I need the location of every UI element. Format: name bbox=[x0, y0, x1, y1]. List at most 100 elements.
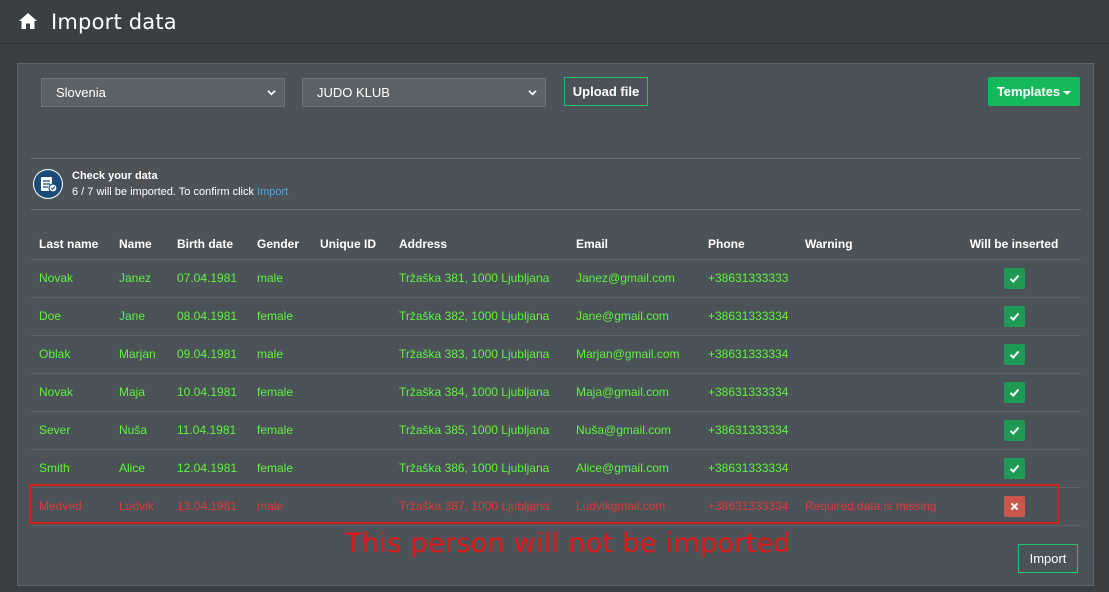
country-select-value: Slovenia bbox=[56, 85, 106, 100]
table-header-row: Last name Name Birth date Gender Unique … bbox=[31, 229, 1081, 260]
col-address: Address bbox=[391, 229, 568, 260]
cell-warning bbox=[797, 259, 947, 298]
cell-address: Tržaška 381, 1000 Ljubljana bbox=[391, 259, 568, 298]
cell-birth-date: 09.04.1981 bbox=[169, 335, 249, 374]
cell-email: Maja@gmail.com bbox=[568, 373, 700, 412]
chevron-down-icon bbox=[528, 90, 537, 96]
chevron-down-icon bbox=[267, 90, 276, 96]
error-highlight-box bbox=[29, 484, 1059, 524]
import-button[interactable]: Import bbox=[1018, 544, 1078, 573]
col-email: Email bbox=[568, 229, 700, 260]
check-icon[interactable] bbox=[1003, 419, 1025, 441]
cell-name: Marjan bbox=[111, 335, 169, 374]
cell-name: Jane bbox=[111, 297, 169, 336]
cell-email: Nuša@gmail.com bbox=[568, 411, 700, 450]
col-phone: Phone bbox=[700, 229, 797, 260]
info-title: Check your data bbox=[72, 170, 158, 182]
table-row: Smith Alice 12.04.1981 female Tržaška 386, 1… bbox=[31, 449, 1081, 488]
cell-email: Janez@gmail.com bbox=[568, 259, 700, 298]
check-icon[interactable] bbox=[1003, 267, 1025, 289]
cell-warning bbox=[797, 335, 947, 374]
cell-name: Janez bbox=[111, 259, 169, 298]
cell-warning bbox=[797, 411, 947, 450]
check-icon[interactable] bbox=[1003, 381, 1025, 403]
caret-down-icon bbox=[1063, 90, 1072, 95]
cell-email: Jane@gmail.com bbox=[568, 297, 700, 336]
divider bbox=[31, 158, 1081, 159]
cell-warning bbox=[797, 297, 947, 336]
cell-last-name: Oblak bbox=[31, 335, 111, 374]
page-title: Import data bbox=[51, 10, 177, 34]
cell-will-be-inserted bbox=[947, 411, 1081, 450]
table-row: Novak Maja 10.04.1981 female Tržaška 384, 10… bbox=[31, 373, 1081, 412]
cell-last-name: Novak bbox=[31, 373, 111, 412]
check-icon[interactable] bbox=[1003, 457, 1025, 479]
check-icon[interactable] bbox=[1003, 343, 1025, 365]
cell-email: Marjan@gmail.com bbox=[568, 335, 700, 374]
cell-unique-id bbox=[312, 411, 391, 450]
col-warning: Warning bbox=[797, 229, 947, 260]
info-message: 6 / 7 will be imported. To confirm click bbox=[72, 186, 258, 198]
cell-last-name: Sever bbox=[31, 411, 111, 450]
cell-last-name: Smith bbox=[31, 449, 111, 488]
club-select[interactable]: JUDO KLUB bbox=[302, 78, 546, 107]
error-annotation: This person will not be imported bbox=[345, 528, 791, 559]
data-check-icon bbox=[33, 169, 63, 199]
cell-name: Alice bbox=[111, 449, 169, 488]
cell-name: Nuša bbox=[111, 411, 169, 450]
cell-phone: +38631333334 bbox=[700, 373, 797, 412]
cell-address: Tržaška 382, 1000 Ljubljana bbox=[391, 297, 568, 336]
col-last-name: Last name bbox=[31, 229, 111, 260]
table-row: Sever Nuša 11.04.1981 female Tržaška 385, 10… bbox=[31, 411, 1081, 450]
cell-address: Tržaška 385, 1000 Ljubljana bbox=[391, 411, 568, 450]
cell-unique-id bbox=[312, 373, 391, 412]
table-row: Doe Jane 08.04.1981 female Tržaška 382, 1000… bbox=[31, 297, 1081, 336]
cell-unique-id bbox=[312, 259, 391, 298]
cell-last-name: Novak bbox=[31, 259, 111, 298]
cell-birth-date: 11.04.1981 bbox=[169, 411, 249, 450]
cell-will-be-inserted bbox=[947, 335, 1081, 374]
club-select-value: JUDO KLUB bbox=[317, 85, 390, 100]
cell-gender: female bbox=[249, 297, 312, 336]
templates-button-label: Templates bbox=[996, 84, 1061, 99]
info-text: 6 / 7 will be imported. To confirm click… bbox=[72, 186, 288, 198]
cell-birth-date: 08.04.1981 bbox=[169, 297, 249, 336]
country-select[interactable]: Slovenia bbox=[41, 78, 285, 107]
cell-birth-date: 10.04.1981 bbox=[169, 373, 249, 412]
templates-button[interactable]: Templates bbox=[988, 77, 1080, 106]
cell-address: Tržaška 383, 1000 Ljubljana bbox=[391, 335, 568, 374]
divider bbox=[31, 209, 1081, 210]
cell-gender: male bbox=[249, 259, 312, 298]
col-will-be-inserted: Will be inserted bbox=[947, 229, 1081, 260]
cell-gender: male bbox=[249, 335, 312, 374]
cell-last-name: Doe bbox=[31, 297, 111, 336]
info-import-link[interactable]: Import bbox=[257, 186, 288, 198]
upload-file-button[interactable]: Upload file bbox=[564, 77, 648, 106]
cell-phone: +38631333334 bbox=[700, 335, 797, 374]
top-bar: Import data bbox=[0, 0, 1109, 44]
col-birth-date: Birth date bbox=[169, 229, 249, 260]
toolbar: Slovenia JUDO KLUB Upload file Templates bbox=[18, 64, 1093, 120]
cell-warning bbox=[797, 449, 947, 488]
cell-gender: female bbox=[249, 411, 312, 450]
cell-phone: +38631333333 bbox=[700, 259, 797, 298]
cell-unique-id bbox=[312, 335, 391, 374]
cell-will-be-inserted bbox=[947, 297, 1081, 336]
cell-will-be-inserted bbox=[947, 373, 1081, 412]
check-icon[interactable] bbox=[1003, 305, 1025, 327]
cell-birth-date: 07.04.1981 bbox=[169, 259, 249, 298]
cell-unique-id bbox=[312, 449, 391, 488]
cell-phone: +38631333334 bbox=[700, 449, 797, 488]
cell-gender: female bbox=[249, 449, 312, 488]
home-icon[interactable] bbox=[18, 12, 38, 30]
col-unique-id: Unique ID bbox=[312, 229, 391, 260]
table-row: Oblak Marjan 09.04.1981 male Tržaška 383, 10… bbox=[31, 335, 1081, 374]
cell-phone: +38631333334 bbox=[700, 411, 797, 450]
cell-unique-id bbox=[312, 297, 391, 336]
cell-address: Tržaška 386, 1000 Ljubljana bbox=[391, 449, 568, 488]
cell-warning bbox=[797, 373, 947, 412]
cell-will-be-inserted bbox=[947, 259, 1081, 298]
table-row: Novak Janez 07.04.1981 male Tržaška 381, 100… bbox=[31, 259, 1081, 298]
cell-will-be-inserted bbox=[947, 449, 1081, 488]
cell-phone: +38631333334 bbox=[700, 297, 797, 336]
